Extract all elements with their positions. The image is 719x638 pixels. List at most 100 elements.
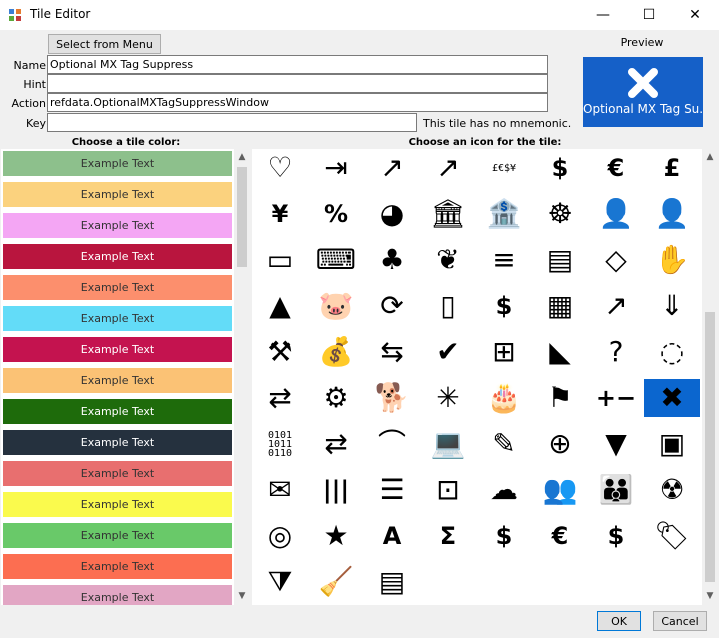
binary-icon[interactable]: 0101 1011 0110 — [252, 425, 308, 463]
color-swatch[interactable]: Example Text — [3, 523, 232, 548]
scroll-down-icon[interactable]: ▼ — [703, 591, 717, 601]
cash-register-icon[interactable]: ⌨ — [308, 241, 364, 279]
color-swatch[interactable]: Example Text — [3, 368, 232, 393]
text-frame-icon[interactable]: A — [364, 517, 420, 555]
envelope-icon[interactable]: ✉ — [252, 471, 308, 509]
name-field[interactable]: Optional MX Tag Suppress — [47, 55, 548, 74]
scroll-down-icon[interactable]: ▼ — [235, 591, 249, 601]
spider-web-icon[interactable]: ✳ — [420, 379, 476, 417]
piggy-bank-icon[interactable]: 🐷 — [308, 287, 364, 325]
pound-coin-icon[interactable]: £ — [644, 149, 700, 187]
network-icon[interactable]: ⊡ — [420, 471, 476, 509]
user-icon[interactable]: 👤 — [588, 195, 644, 233]
users-icon[interactable]: 👥 — [532, 471, 588, 509]
invoice-icon[interactable]: ▯ — [420, 287, 476, 325]
currencies-icon[interactable]: £€$¥ — [476, 149, 532, 187]
close-x-icon[interactable]: ✖ — [644, 379, 700, 417]
color-swatch[interactable]: Example Text — [3, 182, 232, 207]
data-transfer-icon[interactable]: ▤ — [364, 563, 420, 601]
color-swatch[interactable]: Example Text — [3, 585, 232, 605]
swap-box-icon[interactable]: ⇄ — [308, 425, 364, 463]
flag-icon[interactable]: ⚑ — [532, 379, 588, 417]
target-icon[interactable]: ◎ — [252, 517, 308, 555]
color-list-scroll-thumb[interactable] — [237, 167, 247, 267]
ok-button[interactable]: OK — [597, 611, 641, 631]
engine-sigma-icon[interactable]: Σ — [420, 517, 476, 555]
color-swatch[interactable]: Example Text — [3, 430, 232, 455]
curve-chart-icon[interactable]: ⌒ — [364, 425, 420, 463]
funnel-dollar-icon[interactable]: ⧩ — [252, 563, 308, 601]
coin-stacks-icon[interactable]: ≡ — [476, 241, 532, 279]
heart-icon[interactable]: ♡ — [252, 149, 308, 187]
dollar-refresh-icon[interactable]: ⟳ — [364, 287, 420, 325]
alert-chart-icon[interactable]: ◣ — [532, 333, 588, 371]
yen-coin-icon[interactable]: ¥ — [252, 195, 308, 233]
image-icon[interactable]: ▣ — [644, 425, 700, 463]
cleanup-money-icon[interactable]: 🧹 — [308, 563, 364, 601]
credit-cards-icon[interactable]: ▭ — [252, 241, 308, 279]
columns-icon[interactable]: ||| — [308, 471, 364, 509]
minimize-button[interactable]: — — [580, 0, 626, 30]
gears-icon[interactable]: ⚙ — [308, 379, 364, 417]
dog-icon[interactable]: 🐕 — [364, 379, 420, 417]
scroll-up-icon[interactable]: ▲ — [703, 152, 717, 162]
key-field[interactable] — [47, 113, 417, 132]
color-swatch[interactable]: Example Text — [3, 554, 232, 579]
dollar-trend-icon[interactable]: $ — [588, 517, 644, 555]
star-icon[interactable]: ★ — [308, 517, 364, 555]
bank-building-icon[interactable]: 🏦 — [476, 195, 532, 233]
gold-bars-icon[interactable]: ▲ — [252, 287, 308, 325]
color-swatch[interactable]: Example Text — [3, 275, 232, 300]
money-plant-icon[interactable]: ♣ — [364, 241, 420, 279]
hint-field[interactable] — [47, 74, 548, 93]
money-bag-icon[interactable]: 💰 — [308, 333, 364, 371]
icon-grid-scrollbar[interactable]: ▲ ▼ — [702, 149, 718, 605]
price-tag-icon[interactable]: 🏷 — [644, 517, 700, 555]
color-list-scrollbar[interactable]: ▲ ▼ — [234, 149, 250, 605]
user-document-icon[interactable]: 👤 — [644, 195, 700, 233]
color-swatch[interactable]: Example Text — [3, 244, 232, 269]
color-swatch[interactable]: Example Text — [3, 399, 232, 424]
question-document-icon[interactable]: ? — [588, 333, 644, 371]
add-cards-icon[interactable]: ⊞ — [476, 333, 532, 371]
icon-grid-scroll-thumb[interactable] — [705, 312, 715, 582]
bar-chart-dollar-icon[interactable]: ▦ — [532, 287, 588, 325]
growth-chart-icon[interactable]: ↗ — [588, 287, 644, 325]
pie-chart-icon[interactable]: ◕ — [364, 195, 420, 233]
sign-in-icon[interactable]: ⇥ — [308, 149, 364, 187]
sort-down-icon[interactable]: ⇓ — [644, 287, 700, 325]
percent-icon[interactable]: % — [308, 195, 364, 233]
select-from-menu-button[interactable]: Select from Menu — [48, 34, 161, 54]
color-swatch[interactable]: Example Text — [3, 461, 232, 486]
engine-euro-icon[interactable]: € — [532, 517, 588, 555]
group-icon[interactable]: 👪 — [588, 471, 644, 509]
action-field[interactable]: refdata.OptionalMXTagSuppressWindow — [47, 93, 548, 112]
maximize-button[interactable]: ☐ — [626, 0, 672, 30]
engine-dollar-icon[interactable]: $ — [476, 517, 532, 555]
menu-lines-icon[interactable]: ☰ — [364, 471, 420, 509]
globe-dollar-icon[interactable]: $ — [476, 287, 532, 325]
laptop-icon[interactable]: 💻 — [420, 425, 476, 463]
leaf-icon[interactable]: ❦ — [420, 241, 476, 279]
banknotes-icon[interactable]: ▤ — [532, 241, 588, 279]
bank-icon[interactable]: 🏛 — [420, 195, 476, 233]
filter-check-icon[interactable]: ▼ — [588, 425, 644, 463]
cloud-computer-icon[interactable]: ☁ — [476, 471, 532, 509]
checkmark-icon[interactable]: ✔ — [420, 333, 476, 371]
transfer-arrows-icon[interactable]: ⇆ — [364, 333, 420, 371]
color-swatch[interactable]: Example Text — [3, 213, 232, 238]
birthday-cake-icon[interactable]: 🎂 — [476, 379, 532, 417]
plus-minus-icon[interactable]: +− — [588, 379, 644, 417]
euro-coin-icon[interactable]: € — [588, 149, 644, 187]
dollar-coin-icon[interactable]: $ — [532, 149, 588, 187]
trend-up-2-icon[interactable]: ↗ — [420, 149, 476, 187]
trend-up-icon[interactable]: ↗ — [364, 149, 420, 187]
edit-pencil-icon[interactable]: ✎ — [476, 425, 532, 463]
scroll-up-icon[interactable]: ▲ — [235, 152, 249, 162]
radiation-icon[interactable]: ☢ — [644, 471, 700, 509]
exchange-arrows-icon[interactable]: ⇄ — [252, 379, 308, 417]
close-button[interactable]: ✕ — [672, 0, 718, 30]
color-swatch[interactable]: Example Text — [3, 492, 232, 517]
color-swatch[interactable]: Example Text — [3, 337, 232, 362]
hand-money-icon[interactable]: ✋ — [644, 241, 700, 279]
